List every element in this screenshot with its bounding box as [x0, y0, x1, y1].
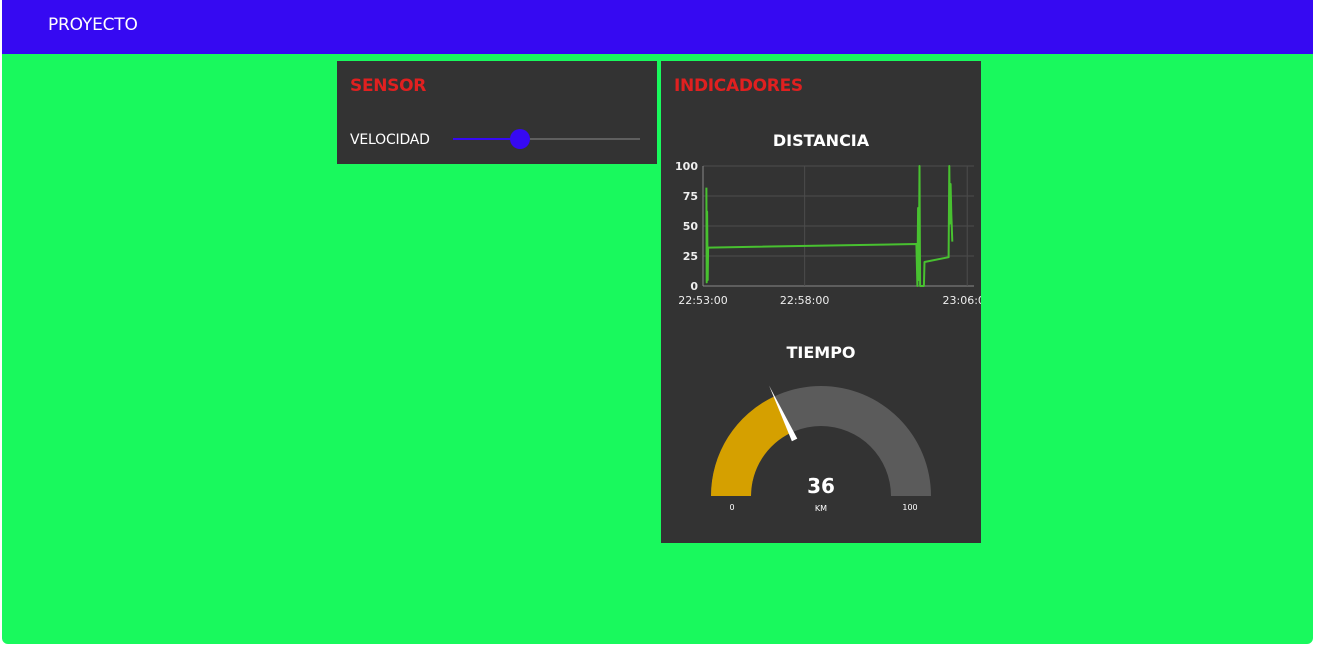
- chart-x-tick-label: 23:06:00: [943, 294, 981, 307]
- indicadores-card-title: INDICADORES: [674, 76, 803, 96]
- chart-y-tick-label: 0: [690, 280, 698, 293]
- toolbar: PROYECTO: [2, 0, 1313, 54]
- sensor-card: SENSOR VELOCIDAD: [337, 61, 657, 164]
- velocidad-label: VELOCIDAD: [350, 132, 430, 148]
- dashboard-app: PROYECTO SENSOR VELOCIDAD INDICADORES DI…: [2, 0, 1313, 644]
- sensor-card-title: SENSOR: [350, 76, 427, 96]
- gauge-value: 36: [807, 474, 835, 498]
- tiempo-gauge: 36 KM 0 100: [711, 385, 931, 513]
- chart-y-tick-label: 50: [683, 220, 699, 233]
- distancia-chart-title: DISTANCIA: [772, 131, 870, 150]
- tiempo-gauge-title: TIEMPO: [786, 343, 856, 362]
- chart-y-tick-label: 25: [683, 250, 698, 263]
- gauge-min-label: 0: [729, 503, 734, 512]
- chart-x-tick-label: 22:53:00: [678, 294, 727, 307]
- gauge-units: KM: [815, 504, 827, 513]
- chart-y-tick-label: 100: [675, 160, 698, 173]
- velocidad-slider-thumb[interactable]: [510, 129, 531, 149]
- distancia-chart: 100 75 50 25 0 22:53:00 22:58:00 23:06:00: [675, 160, 981, 307]
- chart-y-tick-label: 75: [683, 190, 698, 203]
- gauge-value-arc: [711, 396, 792, 496]
- gauge-max-label: 100: [902, 503, 917, 512]
- chart-x-tick-label: 22:58:00: [780, 294, 829, 307]
- app-title: PROYECTO: [48, 15, 138, 35]
- indicadores-card: INDICADORES DISTANCIA 100 75 50 25 0 22:53:0…: [661, 61, 981, 543]
- velocidad-slider[interactable]: [453, 129, 640, 149]
